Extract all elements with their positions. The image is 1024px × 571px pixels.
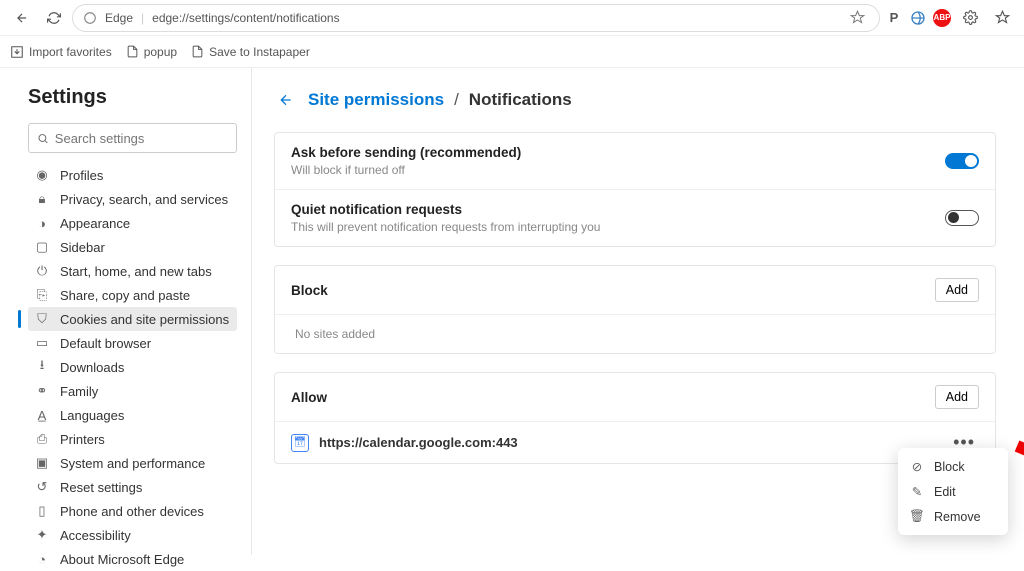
- bookmark-instapaper[interactable]: Save to Instapaper: [191, 45, 310, 59]
- site-url: https://calendar.google.com:443: [319, 435, 939, 450]
- language-icon: A̲: [34, 408, 50, 423]
- page-icon: [126, 45, 139, 58]
- download-icon: ⭳: [34, 356, 50, 378]
- nav-start[interactable]: ⏻Start, home, and new tabs: [28, 259, 237, 283]
- lock-icon: 🔒︎: [34, 191, 50, 207]
- cookie-icon: ⛉: [34, 311, 50, 327]
- settings-nav: ◉Profiles 🔒︎Privacy, search, and service…: [28, 163, 237, 571]
- nav-cookies[interactable]: ⛉Cookies and site permissions: [28, 307, 237, 331]
- edge-icon: [83, 11, 97, 25]
- ask-toggle[interactable]: [945, 153, 979, 169]
- nav-reset[interactable]: ↺Reset settings: [28, 475, 237, 499]
- nav-default-browser[interactable]: ▭Default browser: [28, 331, 237, 355]
- nav-privacy[interactable]: 🔒︎Privacy, search, and services: [28, 187, 237, 211]
- browser-icon: ▭: [34, 335, 50, 351]
- block-header: Block Add: [275, 266, 995, 315]
- settings-content: Site permissions / Notifications Ask bef…: [252, 68, 1024, 555]
- collections-icon[interactable]: [988, 4, 1016, 32]
- nav-sidebar[interactable]: ▢Sidebar: [28, 235, 237, 259]
- allow-list-card: Allow Add 📅︎ https://calendar.google.com…: [274, 372, 996, 464]
- page-title: Settings: [28, 86, 237, 109]
- allow-title: Allow: [291, 390, 935, 405]
- favorite-star-icon[interactable]: [850, 10, 865, 25]
- block-empty-text: No sites added: [291, 327, 375, 341]
- nav-profiles[interactable]: ◉Profiles: [28, 163, 237, 187]
- trash-icon: 🗑︎: [910, 509, 924, 524]
- option-quiet-requests: Quiet notification requests This will pr…: [275, 190, 995, 246]
- extension-p-icon[interactable]: P: [884, 8, 904, 28]
- annotation-arrow: [1012, 438, 1024, 528]
- page-icon: [191, 45, 204, 58]
- edit-icon: ✎: [910, 484, 924, 499]
- import-favorites[interactable]: Import favorites: [10, 45, 112, 59]
- search-icon: [37, 132, 49, 145]
- extension-abp-icon[interactable]: ABP: [932, 8, 952, 28]
- back-button[interactable]: [8, 4, 36, 32]
- nav-accessibility[interactable]: ✦Accessibility: [28, 523, 237, 547]
- nav-downloads[interactable]: ⭳Downloads: [28, 355, 237, 379]
- nav-languages[interactable]: A̲Languages: [28, 403, 237, 427]
- phone-icon: ▯: [34, 503, 50, 519]
- block-add-button[interactable]: Add: [935, 278, 979, 302]
- breadcrumb-parent-link[interactable]: Site permissions: [308, 90, 444, 110]
- notification-options-card: Ask before sending (recommended) Will bl…: [274, 132, 996, 247]
- refresh-button[interactable]: [40, 4, 68, 32]
- address-separator: |: [141, 11, 144, 25]
- breadcrumb: Site permissions / Notifications: [274, 88, 996, 112]
- address-bar[interactable]: Edge | edge://settings/content/notificat…: [72, 4, 880, 32]
- nav-appearance[interactable]: ◑Appearance: [28, 211, 237, 235]
- appearance-icon: ◑: [34, 216, 50, 231]
- allow-site-row: 📅︎ https://calendar.google.com:443 •••: [275, 422, 995, 463]
- block-icon: ⊘: [910, 459, 924, 474]
- profile-icon: ◉: [34, 167, 50, 183]
- allow-header: Allow Add: [275, 373, 995, 422]
- site-context-menu: ⊘Block ✎Edit 🗑︎Remove: [898, 448, 1008, 535]
- favorites-bar: Import favorites popup Save to Instapape…: [0, 36, 1024, 68]
- option-title: Quiet notification requests: [291, 202, 945, 217]
- family-icon: ⚭: [34, 383, 50, 399]
- search-settings[interactable]: [28, 123, 237, 153]
- block-empty-row: No sites added: [275, 315, 995, 353]
- option-subtitle: This will prevent notification requests …: [291, 220, 945, 234]
- breadcrumb-separator: /: [454, 90, 459, 110]
- browser-toolbar: Edge | edge://settings/content/notificat…: [0, 0, 1024, 36]
- nav-phone[interactable]: ▯Phone and other devices: [28, 499, 237, 523]
- accessibility-icon: ✦: [34, 527, 50, 543]
- block-title: Block: [291, 283, 935, 298]
- sidebar-icon: ▢: [34, 239, 50, 255]
- nav-system[interactable]: ▣System and performance: [28, 451, 237, 475]
- printer-icon: ⎙: [34, 431, 50, 447]
- breadcrumb-back-button[interactable]: [274, 88, 298, 112]
- nav-about[interactable]: ◔About Microsoft Edge: [28, 547, 237, 571]
- address-url: edge://settings/content/notifications: [152, 11, 339, 25]
- nav-family[interactable]: ⚭Family: [28, 379, 237, 403]
- ctx-remove[interactable]: 🗑︎Remove: [898, 504, 1008, 529]
- extensions-menu-icon[interactable]: [956, 4, 984, 32]
- allow-add-button[interactable]: Add: [935, 385, 979, 409]
- nav-printers[interactable]: ⎙Printers: [28, 427, 237, 451]
- search-input[interactable]: [55, 131, 228, 146]
- option-ask-before-sending: Ask before sending (recommended) Will bl…: [275, 133, 995, 190]
- reset-icon: ↺: [34, 479, 50, 495]
- system-icon: ▣: [34, 455, 50, 471]
- quiet-toggle[interactable]: [945, 210, 979, 226]
- nav-share[interactable]: ⎘Share, copy and paste: [28, 283, 237, 307]
- ctx-block[interactable]: ⊘Block: [898, 454, 1008, 479]
- extension-globe-icon[interactable]: [908, 8, 928, 28]
- settings-sidebar: Settings ◉Profiles 🔒︎Privacy, search, an…: [0, 68, 252, 555]
- share-icon: ⎘: [34, 287, 50, 303]
- option-title: Ask before sending (recommended): [291, 145, 945, 160]
- import-icon: [10, 45, 24, 59]
- block-list-card: Block Add No sites added: [274, 265, 996, 354]
- bookmark-popup[interactable]: popup: [126, 45, 177, 59]
- power-icon: ⏻: [34, 263, 50, 279]
- option-subtitle: Will block if turned off: [291, 163, 945, 177]
- ctx-edit[interactable]: ✎Edit: [898, 479, 1008, 504]
- edge-logo-icon: ◔: [34, 552, 50, 567]
- address-source: Edge: [105, 11, 133, 25]
- site-favicon-icon: 📅︎: [291, 434, 309, 452]
- breadcrumb-current: Notifications: [469, 90, 572, 110]
